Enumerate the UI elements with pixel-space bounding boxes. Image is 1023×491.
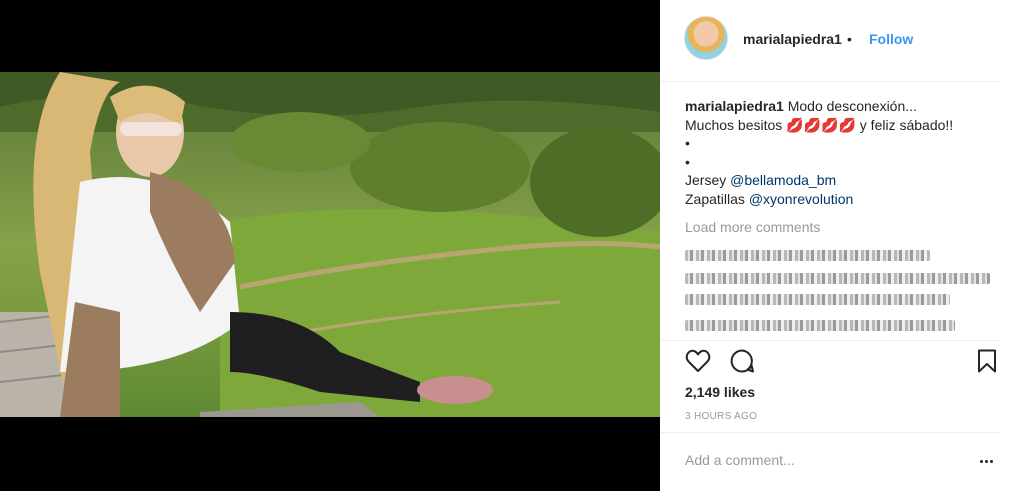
username-link[interactable]: marialapiedra1: [743, 31, 842, 47]
comment-bar: [660, 432, 1000, 491]
blurred-comment: [685, 294, 950, 305]
shoes-label: Zapatillas: [685, 190, 749, 207]
comment-input[interactable]: [685, 452, 945, 468]
kiss-emoji: 💋💋💋💋: [786, 116, 856, 133]
post-photo[interactable]: [0, 72, 660, 417]
caption-text-2-suffix: y feliz sábado!!: [855, 116, 954, 133]
post-side-panel: marialapiedra1 • Follow marialapiedra1 M…: [660, 0, 1023, 491]
likes-count[interactable]: 2,149 likes: [685, 384, 755, 400]
load-more-comments-button[interactable]: Load more comments: [685, 219, 820, 235]
caption-username[interactable]: marialapiedra1: [685, 98, 784, 114]
caption-line-2: Muchos besitos 💋💋💋💋 y feliz sábado!!: [685, 116, 995, 135]
post-caption: marialapiedra1 Modo desconexión... Mucho…: [685, 97, 995, 208]
shoes-mention-link[interactable]: @xyonrevolution: [749, 191, 854, 207]
caption-jersey-line: Jersey @bellamoda_bm: [685, 171, 995, 190]
post-timestamp[interactable]: 3 HOURS AGO: [685, 411, 757, 422]
caption-text-1: Modo desconexión...: [787, 98, 917, 114]
caption-bullet-2: •: [685, 153, 690, 170]
post-actions: [660, 340, 1000, 380]
blurred-comment: [685, 250, 930, 261]
post-header: marialapiedra1 • Follow: [660, 0, 1000, 82]
caption-text-2-prefix: Muchos besitos: [685, 116, 787, 133]
blurred-comment: [685, 320, 955, 331]
separator-dot: •: [847, 31, 852, 47]
post-media: [0, 0, 660, 491]
avatar[interactable]: [684, 16, 728, 60]
bookmark-icon[interactable]: [973, 347, 1001, 375]
follow-button[interactable]: Follow: [869, 31, 913, 47]
heart-icon[interactable]: [684, 347, 712, 375]
jersey-mention-link[interactable]: @bellamoda_bm: [730, 172, 836, 188]
caption-bullet-1: •: [685, 135, 690, 151]
caption-line-1: marialapiedra1 Modo desconexión...: [685, 97, 995, 116]
blurred-comment: [685, 273, 990, 284]
caption-shoes-line: Zapatillas @xyonrevolution: [685, 190, 995, 209]
jersey-label: Jersey: [685, 172, 731, 188]
comment-icon[interactable]: [728, 347, 756, 375]
more-options-icon[interactable]: [980, 460, 993, 463]
